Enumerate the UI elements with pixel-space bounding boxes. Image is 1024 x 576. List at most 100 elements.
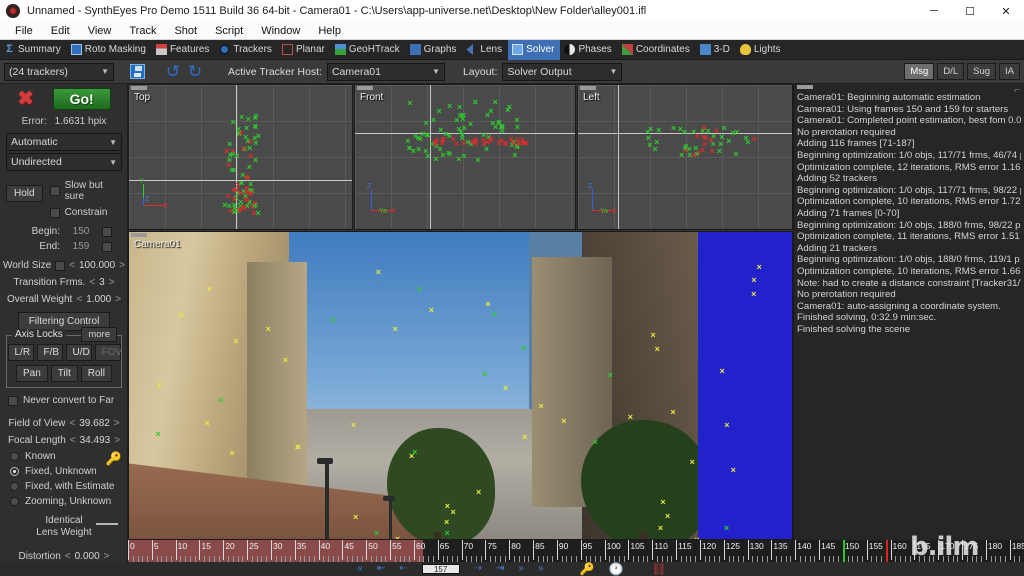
menu-item-window[interactable]: Window	[252, 22, 309, 40]
tracker-marker[interactable]: ×	[247, 163, 252, 172]
decrement-arrow-icon[interactable]: <	[69, 260, 75, 271]
tracker-marker[interactable]: ×	[252, 113, 257, 123]
begin-value[interactable]: 150	[62, 226, 100, 237]
increment-arrow-icon[interactable]: >	[119, 260, 125, 271]
tab-phases[interactable]: Phases	[560, 40, 617, 60]
tracker-marker[interactable]: ×	[423, 119, 428, 128]
world-size-checkbox[interactable]	[55, 260, 66, 271]
tracker-marker[interactable]: ×	[482, 369, 487, 379]
overall-weight-value[interactable]: 1.000	[86, 294, 111, 305]
panel-grab-handle[interactable]	[580, 86, 596, 90]
layout-dropdown[interactable]: Solver Output ▼	[502, 62, 623, 81]
tracker-marker[interactable]: ×	[508, 135, 513, 144]
tracker-marker[interactable]: ×	[505, 105, 510, 115]
tracker-marker[interactable]: ×	[425, 151, 430, 161]
maximize-button[interactable]: ☐	[952, 0, 988, 22]
tracker-marker[interactable]: ×	[521, 344, 526, 353]
tracker-marker[interactable]: ×	[243, 192, 248, 201]
tracker-marker[interactable]: ×	[717, 147, 722, 156]
tracker-marker[interactable]: ×	[252, 133, 257, 143]
tracker-marker[interactable]: ×	[374, 529, 379, 538]
tracker-marker[interactable]: ×	[726, 136, 731, 146]
transition-frames-value[interactable]: 3	[99, 277, 105, 288]
tracker-marker[interactable]: ×	[156, 429, 161, 439]
tracker-marker[interactable]: ×	[743, 134, 748, 143]
tab-lens[interactable]: Lens	[462, 40, 508, 60]
panel-grab-handle[interactable]	[131, 86, 147, 90]
constrain-checkbox[interactable]: Constrain	[49, 207, 122, 218]
tab-features[interactable]: Features	[152, 40, 215, 60]
key-icon[interactable]: 🔑	[580, 563, 595, 575]
tracker-marker[interactable]: ×	[157, 380, 162, 390]
tab-planar[interactable]: Planar	[278, 40, 331, 60]
hold-button[interactable]: Hold	[6, 185, 43, 202]
tracker-marker[interactable]: ×	[720, 367, 725, 376]
tracker-marker[interactable]: ×	[461, 139, 466, 148]
tracker-marker[interactable]: ×	[608, 371, 613, 380]
tracker-marker[interactable]: ×	[417, 284, 422, 294]
tracker-marker[interactable]: ×	[592, 438, 597, 447]
go-end-button[interactable]: »	[518, 564, 524, 574]
tab-solver[interactable]: Solver	[508, 39, 561, 60]
minimize-button[interactable]: ─	[916, 0, 952, 22]
tracker-marker[interactable]: ×	[393, 324, 398, 334]
field-of-view-value[interactable]: 39.682	[79, 418, 110, 429]
tab-geohtrack[interactable]: GeoHTrack	[331, 40, 406, 60]
menu-item-script[interactable]: Script	[206, 22, 252, 40]
tracker-marker[interactable]: ×	[205, 419, 210, 428]
increment-arrow-icon[interactable]: >	[114, 435, 120, 446]
tracker-marker[interactable]: ×	[413, 131, 418, 141]
save-button[interactable]	[126, 62, 148, 82]
axis-lock-u-d[interactable]: U/D	[65, 344, 92, 361]
tracker-marker[interactable]: ×	[734, 128, 739, 137]
tracker-marker[interactable]: ×	[711, 132, 716, 141]
tracker-marker[interactable]: ×	[461, 152, 466, 161]
tracker-marker[interactable]: ×	[700, 127, 705, 136]
tracker-marker[interactable]: ×	[724, 421, 729, 430]
axis-lock-roll[interactable]: Roll	[80, 365, 112, 382]
menu-item-view[interactable]: View	[79, 22, 121, 40]
prev-frame-button[interactable]: ⇠	[399, 564, 407, 574]
tracker-marker[interactable]: ×	[244, 123, 249, 133]
tracker-marker[interactable]: ×	[660, 497, 665, 507]
end-value[interactable]: 159	[62, 241, 100, 252]
tracker-marker[interactable]: ×	[416, 144, 421, 154]
tracker-marker[interactable]: ×	[407, 144, 412, 153]
go-start-button[interactable]: «	[357, 564, 363, 574]
timeline-begin-marker[interactable]	[842, 540, 845, 562]
axis-lock-pan[interactable]: Pan	[16, 365, 48, 382]
tracker-marker[interactable]: ×	[461, 123, 466, 133]
tracker-marker[interactable]: ×	[441, 135, 446, 144]
undo-button[interactable]: ↺	[162, 62, 184, 82]
solver-mode-dropdown[interactable]: Automatic ▼	[6, 133, 122, 151]
tracker-marker[interactable]: ×	[425, 130, 430, 140]
tracker-marker[interactable]: ×	[431, 115, 436, 125]
tracker-marker[interactable]: ×	[230, 117, 235, 127]
tracker-marker[interactable]: ×	[253, 123, 258, 132]
tracker-marker[interactable]: ×	[719, 133, 724, 142]
msg-filter-d-l[interactable]: D/L	[937, 63, 965, 80]
tracker-marker[interactable]: ×	[488, 137, 493, 146]
tracker-marker[interactable]: ×	[650, 331, 655, 340]
panel-grab-handle[interactable]	[131, 233, 147, 237]
increment-arrow-icon[interactable]: >	[104, 551, 110, 562]
tracker-marker[interactable]: ×	[503, 384, 508, 393]
solver-direction-dropdown[interactable]: Undirected ▼	[6, 153, 122, 171]
tracker-marker[interactable]: ×	[756, 262, 761, 272]
tracker-marker[interactable]: ×	[241, 145, 246, 154]
tracker-marker[interactable]: ×	[247, 143, 252, 153]
tracker-marker[interactable]: ×	[733, 149, 738, 159]
menu-item-track[interactable]: Track	[120, 22, 165, 40]
panel-resize-icon[interactable]: ⌐	[1014, 85, 1020, 96]
tab-graphs[interactable]: Graphs	[406, 40, 463, 60]
decrement-arrow-icon[interactable]: <	[89, 277, 95, 288]
tab-trackers[interactable]: Trackers	[215, 40, 278, 60]
world-size-value[interactable]: 100.000	[79, 260, 115, 271]
lens-mode-fixed-with-estimate[interactable]: Fixed, with Estimate	[0, 479, 128, 494]
tracker-marker[interactable]: ×	[253, 155, 258, 165]
viewport-top[interactable]: Top × × × × × × × × × × × × × × × × × × × × × × × × × × × × × × × × × × × ×…	[128, 84, 353, 230]
tracker-marker[interactable]: ×	[446, 148, 451, 158]
clock-icon[interactable]: 🕐	[609, 563, 624, 575]
tracker-marker[interactable]: ×	[222, 201, 227, 210]
axis-lock-tilt[interactable]: Tilt	[50, 365, 78, 382]
